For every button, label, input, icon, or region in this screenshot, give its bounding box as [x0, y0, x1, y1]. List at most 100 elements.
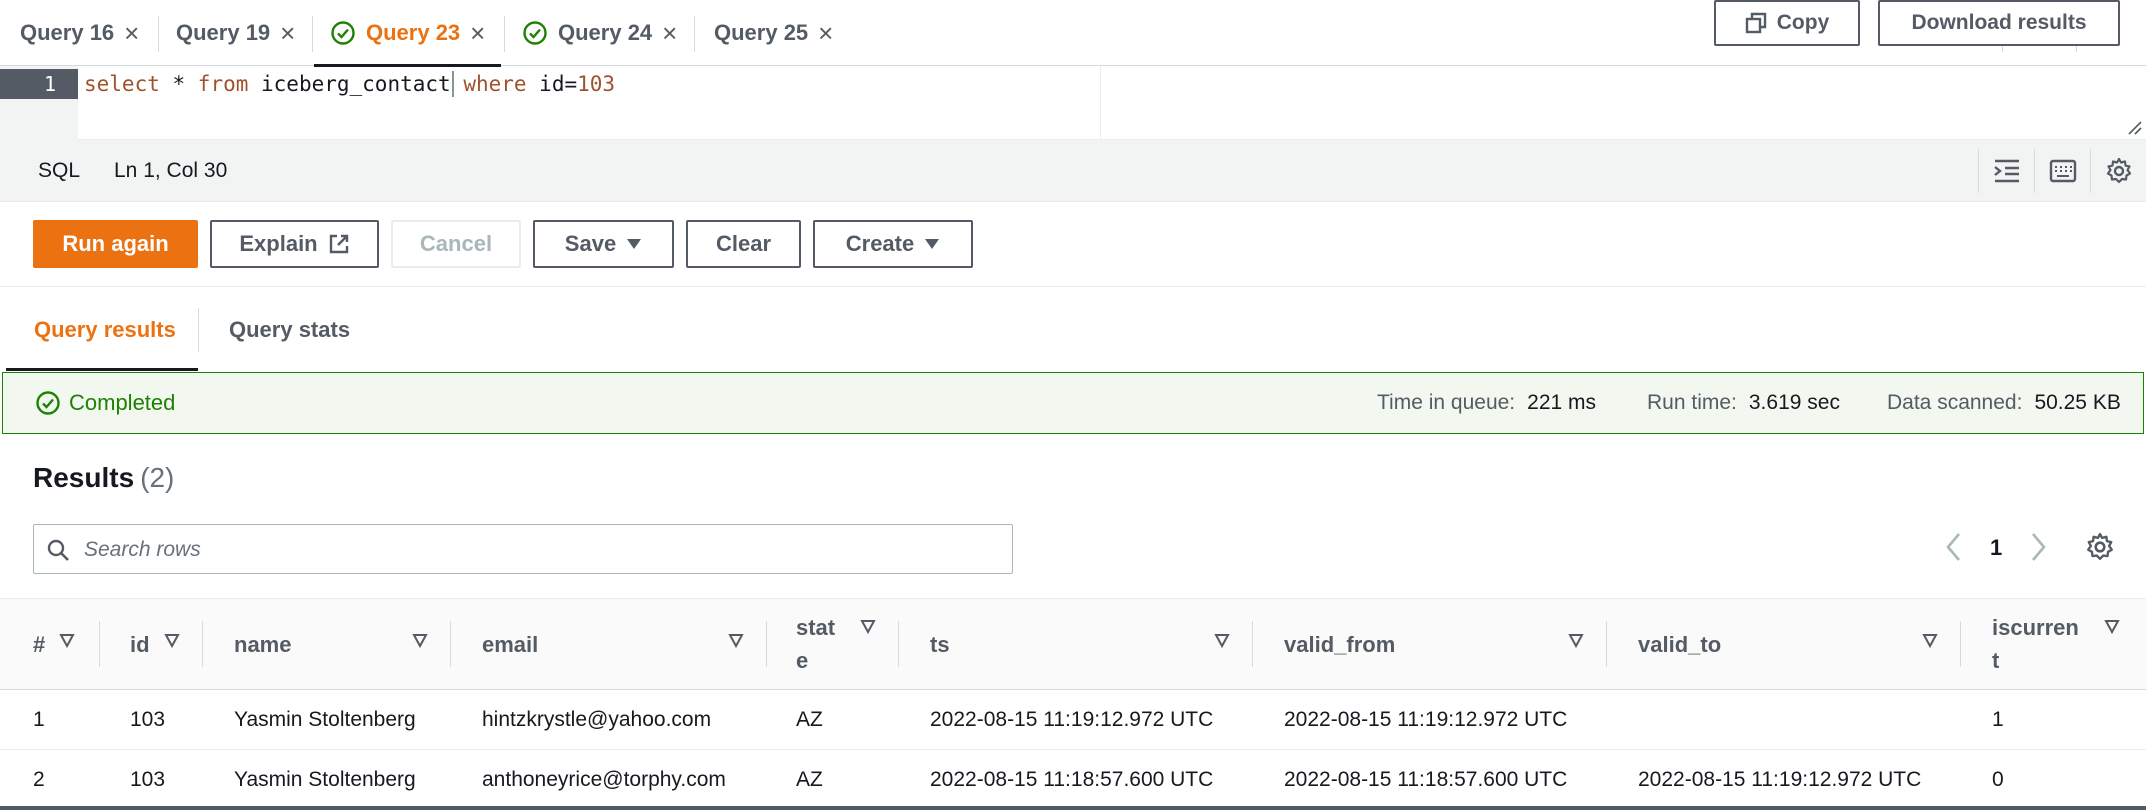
text-cursor: [452, 71, 454, 97]
sql-keyword: where: [463, 72, 527, 96]
resize-handle-icon[interactable]: [2126, 119, 2142, 135]
check-circle-icon: [36, 391, 60, 415]
table-row[interactable]: 1 103 Yasmin Stoltenberg hintzkrystle@ya…: [0, 690, 2146, 750]
cancel-button[interactable]: Cancel: [391, 220, 521, 268]
next-page-icon[interactable]: [2028, 530, 2048, 564]
caret-down-icon: [925, 239, 940, 249]
current-page[interactable]: 1: [1990, 535, 2002, 561]
sql-token: *: [159, 72, 198, 96]
cell-email: hintzkrystle@yahoo.com: [482, 708, 712, 731]
cell-ts: 2022-08-15 11:19:12.972 UTC: [930, 708, 1214, 731]
run-time: Run time: 3.619 sec: [1647, 373, 1840, 433]
stat-label: Data scanned:: [1887, 391, 2023, 414]
stat-label: Time in queue:: [1377, 391, 1516, 414]
cell-ts: 2022-08-15 11:18:57.600 UTC: [930, 768, 1214, 791]
button-label: Cancel: [419, 231, 493, 256]
tab-query-19[interactable]: Query 19 ×: [176, 0, 295, 66]
stat-value: 50.25 KB: [2034, 391, 2121, 414]
sort-filter-icon[interactable]: [1214, 633, 1230, 649]
external-link-icon: [329, 234, 348, 254]
button-label: Explain: [239, 231, 318, 256]
copy-icon: [1745, 12, 1766, 34]
keyboard-icon: [2049, 159, 2076, 183]
cell-state: AZ: [796, 708, 823, 731]
explain-button[interactable]: Explain: [210, 220, 379, 268]
cell-iscurrent: 1: [1992, 708, 2004, 731]
tab-query-stats[interactable]: Query stats: [229, 288, 350, 372]
clear-button[interactable]: Clear: [686, 220, 801, 268]
cell-name: Yasmin Stoltenberg: [234, 768, 416, 791]
button-label: Save: [564, 231, 617, 256]
editor-status-bar: SQL Ln 1, Col 30: [0, 140, 2146, 202]
caret-down-icon: [627, 239, 642, 249]
tab-label: Query 16: [20, 20, 115, 45]
search-rows-field[interactable]: [33, 524, 1013, 575]
format-query-button[interactable]: [1978, 149, 2034, 193]
sql-code-line[interactable]: select * from iceberg_contact where id=1…: [84, 69, 615, 99]
keyboard-shortcuts-button[interactable]: [2034, 149, 2090, 193]
tab-query-results[interactable]: Query results: [34, 288, 176, 372]
tab-query-25[interactable]: Query 25 ×: [714, 0, 833, 66]
close-icon[interactable]: ×: [280, 20, 295, 46]
tab-label: Query 25: [714, 20, 809, 45]
column-label: #: [33, 631, 46, 657]
cell-iscurrent: 0: [1992, 768, 2004, 791]
stat-label: Run time:: [1647, 391, 1737, 414]
sort-filter-icon[interactable]: [1922, 633, 1938, 649]
previous-page-icon[interactable]: [1944, 530, 1964, 564]
tab-separator: [198, 308, 199, 352]
check-circle-icon: [522, 20, 548, 46]
stat-value: 3.619 sec: [1748, 391, 1840, 414]
editor-gutter: 1: [0, 66, 78, 140]
create-button[interactable]: Create: [813, 220, 973, 268]
copy-button[interactable]: Copy: [1714, 0, 1860, 46]
sql-editor[interactable]: 1 select * from iceberg_contact where id…: [0, 66, 2146, 140]
editor-settings-button[interactable]: [2090, 149, 2146, 193]
tab-query-16[interactable]: Query 16 ×: [20, 0, 139, 66]
button-label: Create: [845, 231, 915, 256]
table-row[interactable]: 2 103 Yasmin Stoltenberg anthoneyrice@to…: [0, 750, 2146, 810]
close-icon[interactable]: ×: [662, 20, 677, 46]
panel-bottom-border: [0, 806, 2146, 810]
button-label: Download results: [1911, 11, 2087, 34]
tab-query-23[interactable]: Query 23 ×: [314, 0, 502, 67]
close-icon[interactable]: ×: [818, 20, 833, 46]
sort-filter-icon[interactable]: [412, 633, 428, 649]
search-icon: [47, 539, 69, 561]
sort-filter-icon[interactable]: [2104, 619, 2120, 635]
close-icon[interactable]: ×: [124, 20, 139, 46]
sort-filter-icon[interactable]: [164, 633, 180, 649]
close-icon[interactable]: ×: [470, 20, 485, 46]
search-input[interactable]: [82, 525, 986, 575]
column-label: iscurren t: [1992, 615, 2079, 673]
sort-filter-icon[interactable]: [1568, 633, 1584, 649]
active-tab-indicator: [6, 368, 198, 371]
sql-token: id=: [526, 72, 578, 96]
column-label: ts: [930, 631, 950, 657]
column-label: id: [130, 631, 150, 657]
table-preferences-gear-icon[interactable]: [2085, 532, 2115, 562]
sort-filter-icon[interactable]: [59, 633, 75, 649]
save-button[interactable]: Save: [533, 220, 674, 268]
results-count: (2): [140, 462, 175, 493]
tab-label: Query 19: [176, 20, 271, 45]
indent-icon: [1993, 159, 2019, 183]
sort-filter-icon[interactable]: [860, 619, 876, 635]
sort-filter-icon[interactable]: [728, 633, 744, 649]
tab-label: Query 23: [366, 20, 461, 45]
check-circle-icon: [330, 20, 356, 46]
cell-name: Yasmin Stoltenberg: [234, 708, 416, 731]
cell-email: anthoneyrice@torphy.com: [482, 768, 726, 791]
status-text: Completed: [69, 390, 176, 415]
cell-valid-to: 2022-08-15 11:19:12.972 UTC: [1638, 768, 1922, 791]
run-again-button[interactable]: Run again: [33, 220, 198, 268]
cell-valid-from: 2022-08-15 11:19:12.972 UTC: [1284, 708, 1568, 731]
cell-valid-from: 2022-08-15 11:18:57.600 UTC: [1284, 768, 1568, 791]
gear-icon: [2106, 157, 2131, 184]
download-results-button[interactable]: Download results: [1878, 0, 2120, 46]
sql-keyword: from: [197, 72, 249, 96]
tab-query-24[interactable]: Query 24 ×: [522, 0, 677, 66]
results-table-header: # id name email stat e ts valid_from val…: [0, 598, 2146, 690]
status-completed: Completed: [35, 373, 175, 433]
cell-id: 103: [130, 708, 166, 731]
